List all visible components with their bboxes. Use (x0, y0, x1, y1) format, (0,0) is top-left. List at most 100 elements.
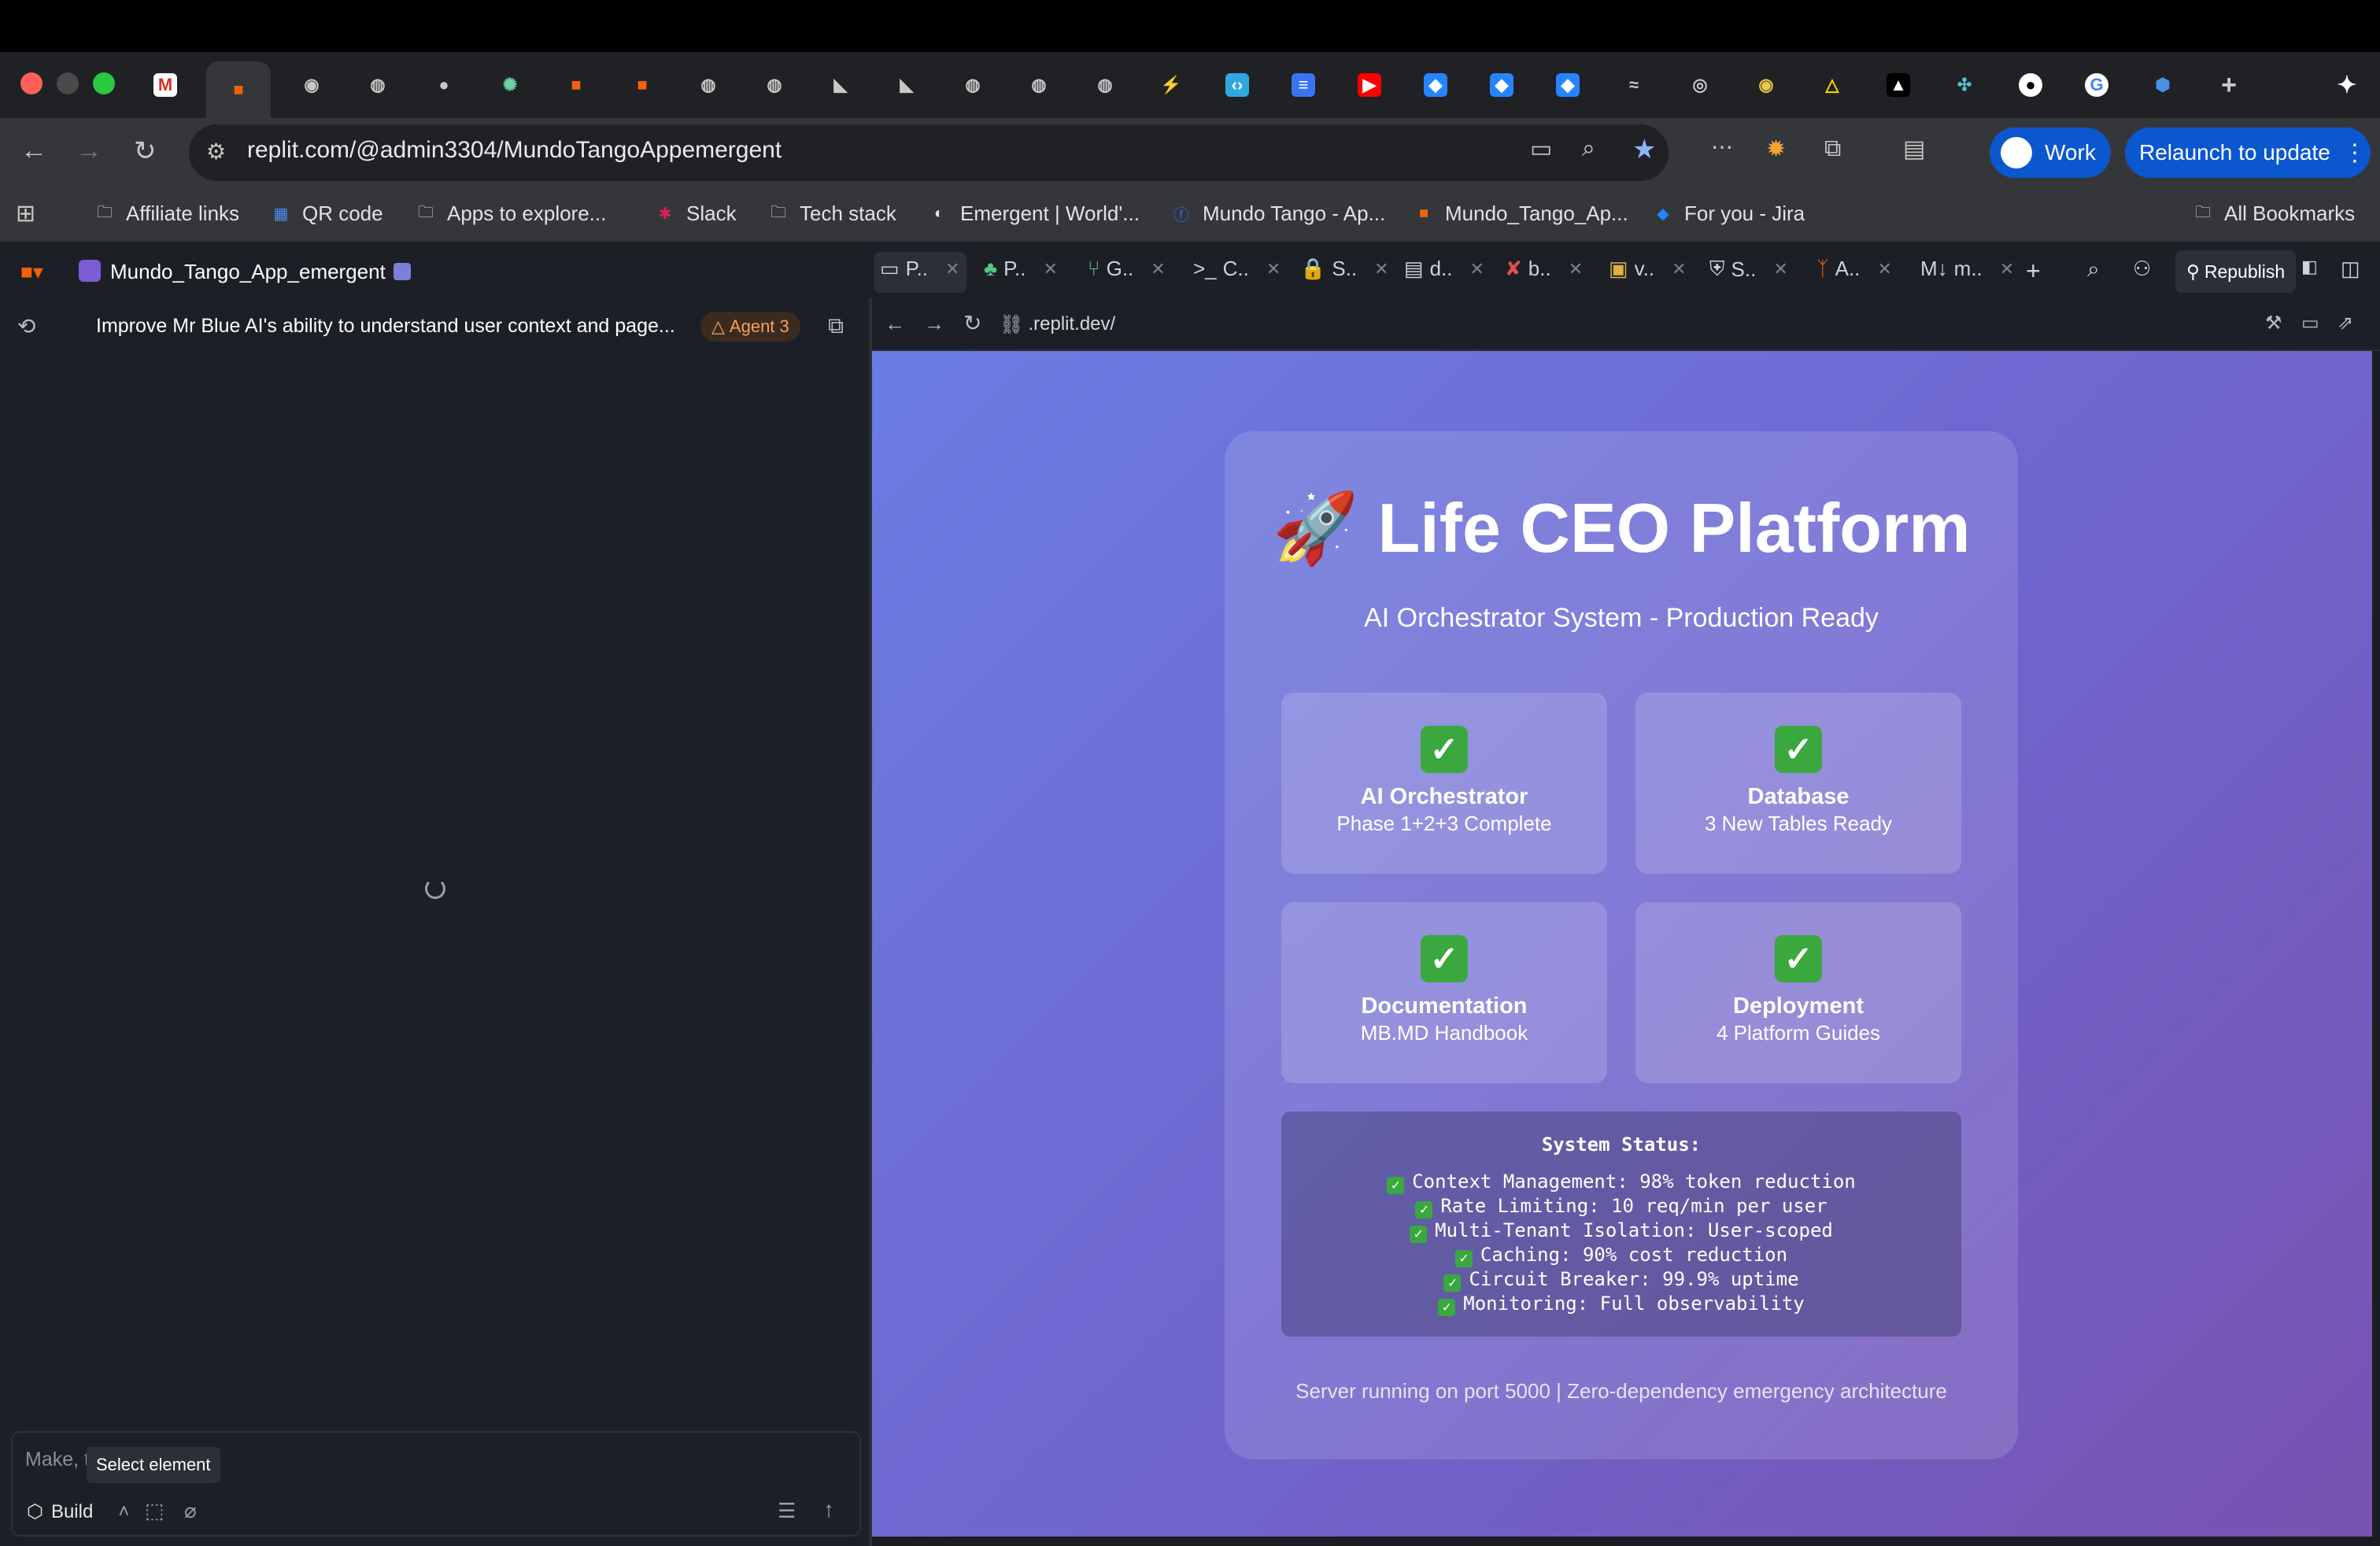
browser-tab[interactable]: ✣ (1931, 61, 1998, 109)
browser-tab[interactable]: G (2064, 61, 2130, 109)
browser-tab[interactable]: ● (411, 61, 477, 109)
close-icon[interactable]: ✕ (1151, 259, 1165, 279)
url-text[interactable]: replit.com/@admin3304/MundoTangoAppemerg… (247, 137, 782, 164)
browser-tab[interactable]: ‹› (1204, 61, 1270, 109)
send-icon[interactable]: ↑ (823, 1497, 834, 1522)
pane-tab[interactable]: ▣ v.. ✕ (1609, 257, 1687, 281)
bookmark-item[interactable]: ✱ Slack (653, 202, 737, 226)
close-icon[interactable]: ✕ (945, 259, 959, 279)
bookmark-item[interactable]: ■ Mundo_Tango_Ap... (1412, 202, 1628, 226)
search-icon[interactable]: ⌕ (2087, 257, 2100, 283)
bookmark-item[interactable]: ⓕ Mundo Tango - Ap... (1170, 202, 1385, 226)
gemini-button[interactable]: ✦ (2314, 61, 2380, 109)
bookmark-item[interactable]: ◆ For you - Jira (1651, 202, 1805, 226)
open-new-tab-icon[interactable]: ⇗ (2338, 312, 2353, 335)
close-icon[interactable]: ✕ (1877, 259, 1891, 279)
pane-tab[interactable]: ▤ d.. ✕ (1404, 257, 1484, 281)
reload-icon[interactable]: ↻ (134, 135, 157, 167)
close-icon[interactable]: ✕ (1266, 259, 1281, 279)
bookmark-item[interactable]: ▦ QR code (269, 202, 383, 226)
browser-tab[interactable]: ◆ (1469, 61, 1535, 109)
close-icon[interactable]: ✕ (1044, 259, 1058, 279)
pane-tab[interactable]: ✘ b.. ✕ (1505, 257, 1583, 281)
pane-tab[interactable]: ᛉ A.. ✕ (1816, 257, 1892, 281)
all-bookmarks[interactable]: 🗀 All Bookmarks (2191, 202, 2355, 226)
browser-tab[interactable]: ▶ (1336, 61, 1402, 109)
pane-tab[interactable]: 🔒 S.. ✕ (1300, 257, 1389, 281)
new-chat-icon[interactable]: ⧉ (828, 313, 844, 339)
pane-tab-preview[interactable]: ▭ P.. ✕ (880, 257, 959, 281)
webview-url[interactable]: ⛓ .replit.dev/ (1000, 313, 1115, 336)
close-icon[interactable]: ✕ (1470, 259, 1484, 279)
close-icon[interactable]: ✕ (1569, 259, 1583, 279)
extension-icon[interactable]: ⋯ (1711, 134, 1733, 160)
back-icon[interactable]: ← (20, 135, 47, 166)
select-element-icon[interactable]: ⬚ (145, 1499, 164, 1523)
pane-tab[interactable]: M↓ m.. ✕ (1920, 257, 2014, 281)
browser-tab[interactable]: ◉ (1733, 61, 1799, 109)
history-icon[interactable]: ⟲ (17, 313, 35, 339)
browser-tab[interactable]: ◍ (1006, 61, 1072, 109)
browser-tab[interactable]: ■ (609, 61, 675, 109)
relaunch-button[interactable]: Relaunch to update ⋮ (2125, 128, 2371, 178)
puzzle-icon[interactable]: ⧉ (1824, 135, 1841, 162)
bookmark-item[interactable]: 🗀 Tech stack (767, 202, 896, 226)
browser-tab[interactable]: ≈ (1601, 61, 1667, 109)
browser-tab[interactable]: ◆ (1402, 61, 1469, 109)
devtools-icon[interactable]: ⚒ (2265, 312, 2282, 335)
settings-sliders-icon[interactable]: ☰ (778, 1499, 796, 1523)
close-window-button[interactable] (20, 72, 42, 94)
new-tab-button[interactable]: + (2196, 61, 2262, 109)
close-icon[interactable]: ✕ (1374, 259, 1388, 279)
browser-tab[interactable]: ✺ (477, 61, 543, 109)
tab-search-icon[interactable]: ▤ (1903, 135, 1925, 163)
browser-tab[interactable]: ● (1998, 61, 2064, 109)
close-icon[interactable]: ✕ (1773, 259, 1787, 279)
minimize-window-button[interactable] (57, 72, 79, 94)
device-icon[interactable]: ▭ (2301, 312, 2319, 335)
webview-forward-icon[interactable]: → (924, 312, 944, 336)
browser-tab[interactable]: ◍ (675, 61, 741, 109)
browser-tab[interactable]: ◍ (741, 61, 808, 109)
browser-tab[interactable]: ■ (543, 61, 609, 109)
zoom-icon[interactable]: ⌕ (1582, 135, 1595, 162)
bookmark-star-icon[interactable]: ★ (1632, 134, 1656, 165)
bookmark-item[interactable]: 🗀 Apps to explore... (414, 202, 606, 226)
browser-tab[interactable]: ◍ (940, 61, 1006, 109)
chat-title[interactable]: Improve Mr Blue AI's ability to understa… (96, 315, 675, 338)
browser-tab[interactable]: M (132, 61, 198, 109)
invite-icon[interactable]: ⚇ (2133, 257, 2151, 281)
pane-tab[interactable]: ⑂ G.. ✕ (1088, 257, 1166, 281)
extension-icon[interactable]: ✹ (1766, 135, 1786, 163)
browser-tab[interactable]: ◣ (808, 61, 874, 109)
chat-input-placeholder[interactable]: Make, t (25, 1448, 90, 1471)
site-settings-icon[interactable]: ⚙ (206, 139, 226, 165)
browser-tab[interactable]: ≡ (1270, 61, 1336, 109)
browser-tab[interactable]: ◣ (874, 61, 940, 109)
apps-grid-icon[interactable]: ⊞ (16, 200, 35, 227)
republish-button[interactable]: ⚲ Republish (2175, 250, 2297, 293)
forward-icon[interactable]: → (76, 135, 102, 166)
webview-reload-icon[interactable]: ↻ (963, 310, 981, 336)
install-app-icon[interactable]: ▭ (1530, 135, 1552, 163)
build-mode-button[interactable]: ⬡ Build ˄ (27, 1500, 129, 1523)
sidebar-toggle-icon[interactable]: ◫ (2341, 257, 2360, 281)
browser-tab-active[interactable]: ■ (206, 61, 271, 118)
browser-tab[interactable]: ◍ (345, 61, 411, 109)
pane-tab[interactable]: ⛨ S.. ✕ (1709, 257, 1788, 282)
bookmark-item[interactable]: ◐ Emergent | World'... (927, 202, 1140, 226)
close-icon[interactable]: ✕ (2000, 259, 2014, 279)
stop-icon[interactable]: ◧ (2301, 257, 2318, 277)
browser-tab[interactable]: ▲ (1865, 61, 1931, 109)
maximize-window-button[interactable] (93, 72, 115, 94)
add-pane-tab-button[interactable]: + (2026, 257, 2041, 286)
close-icon[interactable]: ✕ (1672, 259, 1686, 279)
browser-tab[interactable]: ⚡ (1138, 61, 1204, 109)
browser-tab[interactable]: ◆ (1535, 61, 1601, 109)
replit-logo-icon[interactable]: ■▾ (20, 260, 43, 284)
pane-tab[interactable]: ♣ P.. ✕ (984, 257, 1058, 281)
browser-tab[interactable]: △ (1799, 61, 1865, 109)
bookmark-item[interactable]: 🗀 Affiliate links (93, 202, 239, 226)
webview-back-icon[interactable]: ← (885, 312, 905, 336)
browser-tab[interactable]: ◍ (1072, 61, 1138, 109)
